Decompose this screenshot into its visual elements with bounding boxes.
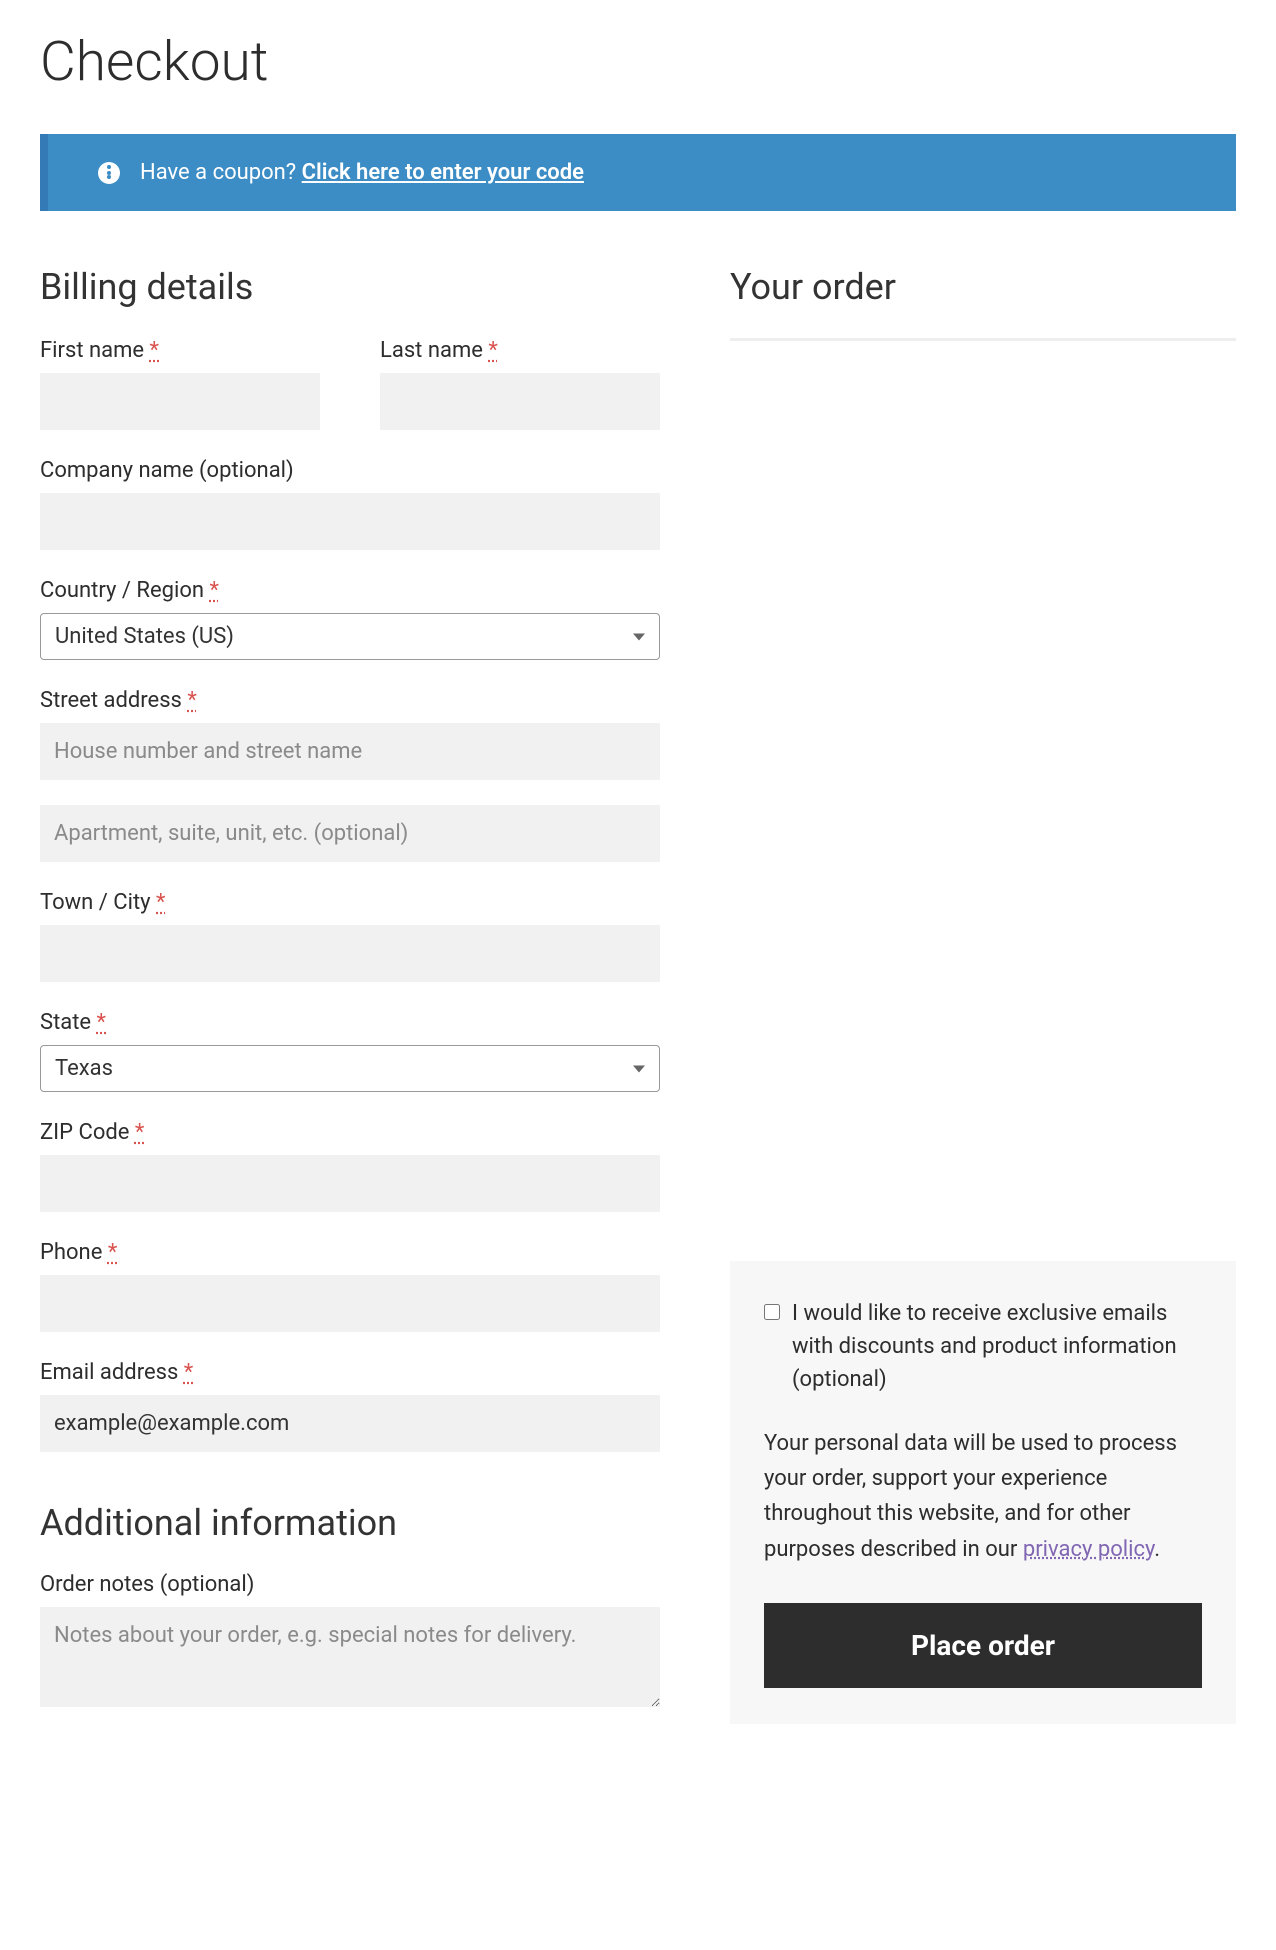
privacy-policy-link[interactable]: privacy policy	[1023, 1537, 1154, 1562]
info-icon	[98, 162, 120, 184]
country-label: Country / Region *	[40, 578, 660, 603]
privacy-text: Your personal data will be used to proce…	[764, 1426, 1202, 1567]
email-input[interactable]	[40, 1395, 660, 1452]
state-select[interactable]: Texas	[40, 1045, 660, 1092]
last-name-input[interactable]	[380, 373, 660, 430]
page-title: Checkout	[40, 30, 1236, 94]
first-name-label: First name *	[40, 338, 320, 363]
coupon-notice-text: Have a coupon? Click here to enter your …	[140, 160, 584, 185]
first-name-input[interactable]	[40, 373, 320, 430]
company-input[interactable]	[40, 493, 660, 550]
country-select[interactable]: United States (US)	[40, 613, 660, 660]
place-order-button[interactable]: Place order	[764, 1603, 1202, 1688]
coupon-link[interactable]: Click here to enter your code	[302, 160, 584, 185]
order-column: Your order I would like to receive exclu…	[730, 266, 1236, 1724]
coupon-notice: Have a coupon? Click here to enter your …	[40, 134, 1236, 211]
phone-label: Phone *	[40, 1240, 660, 1265]
phone-input[interactable]	[40, 1275, 660, 1332]
order-notes-textarea[interactable]	[40, 1607, 660, 1707]
zip-label: ZIP Code *	[40, 1120, 660, 1145]
street-label: Street address *	[40, 688, 660, 713]
billing-column: Billing details First name * Last name *…	[40, 266, 660, 1739]
order-divider	[730, 338, 1236, 341]
chevron-down-icon	[633, 633, 645, 640]
coupon-text-prefix: Have a coupon?	[140, 160, 302, 185]
state-value: Texas	[55, 1056, 113, 1081]
email-label: Email address *	[40, 1360, 660, 1385]
city-input[interactable]	[40, 925, 660, 982]
chevron-down-icon	[633, 1065, 645, 1072]
zip-input[interactable]	[40, 1155, 660, 1212]
order-notes-label: Order notes (optional)	[40, 1572, 660, 1597]
email-optin-checkbox[interactable]	[764, 1304, 780, 1320]
company-label: Company name (optional)	[40, 458, 660, 483]
street-address-input[interactable]	[40, 723, 660, 780]
email-optin-row[interactable]: I would like to receive exclusive emails…	[764, 1297, 1202, 1396]
billing-heading: Billing details	[40, 266, 660, 308]
last-name-label: Last name *	[380, 338, 660, 363]
country-value: United States (US)	[55, 624, 234, 649]
payment-box: I would like to receive exclusive emails…	[730, 1261, 1236, 1724]
city-label: Town / City *	[40, 890, 660, 915]
order-heading: Your order	[730, 266, 1236, 308]
street-address-2-input[interactable]	[40, 805, 660, 862]
email-optin-label: I would like to receive exclusive emails…	[792, 1297, 1202, 1396]
state-label: State *	[40, 1010, 660, 1035]
additional-info-heading: Additional information	[40, 1502, 660, 1544]
